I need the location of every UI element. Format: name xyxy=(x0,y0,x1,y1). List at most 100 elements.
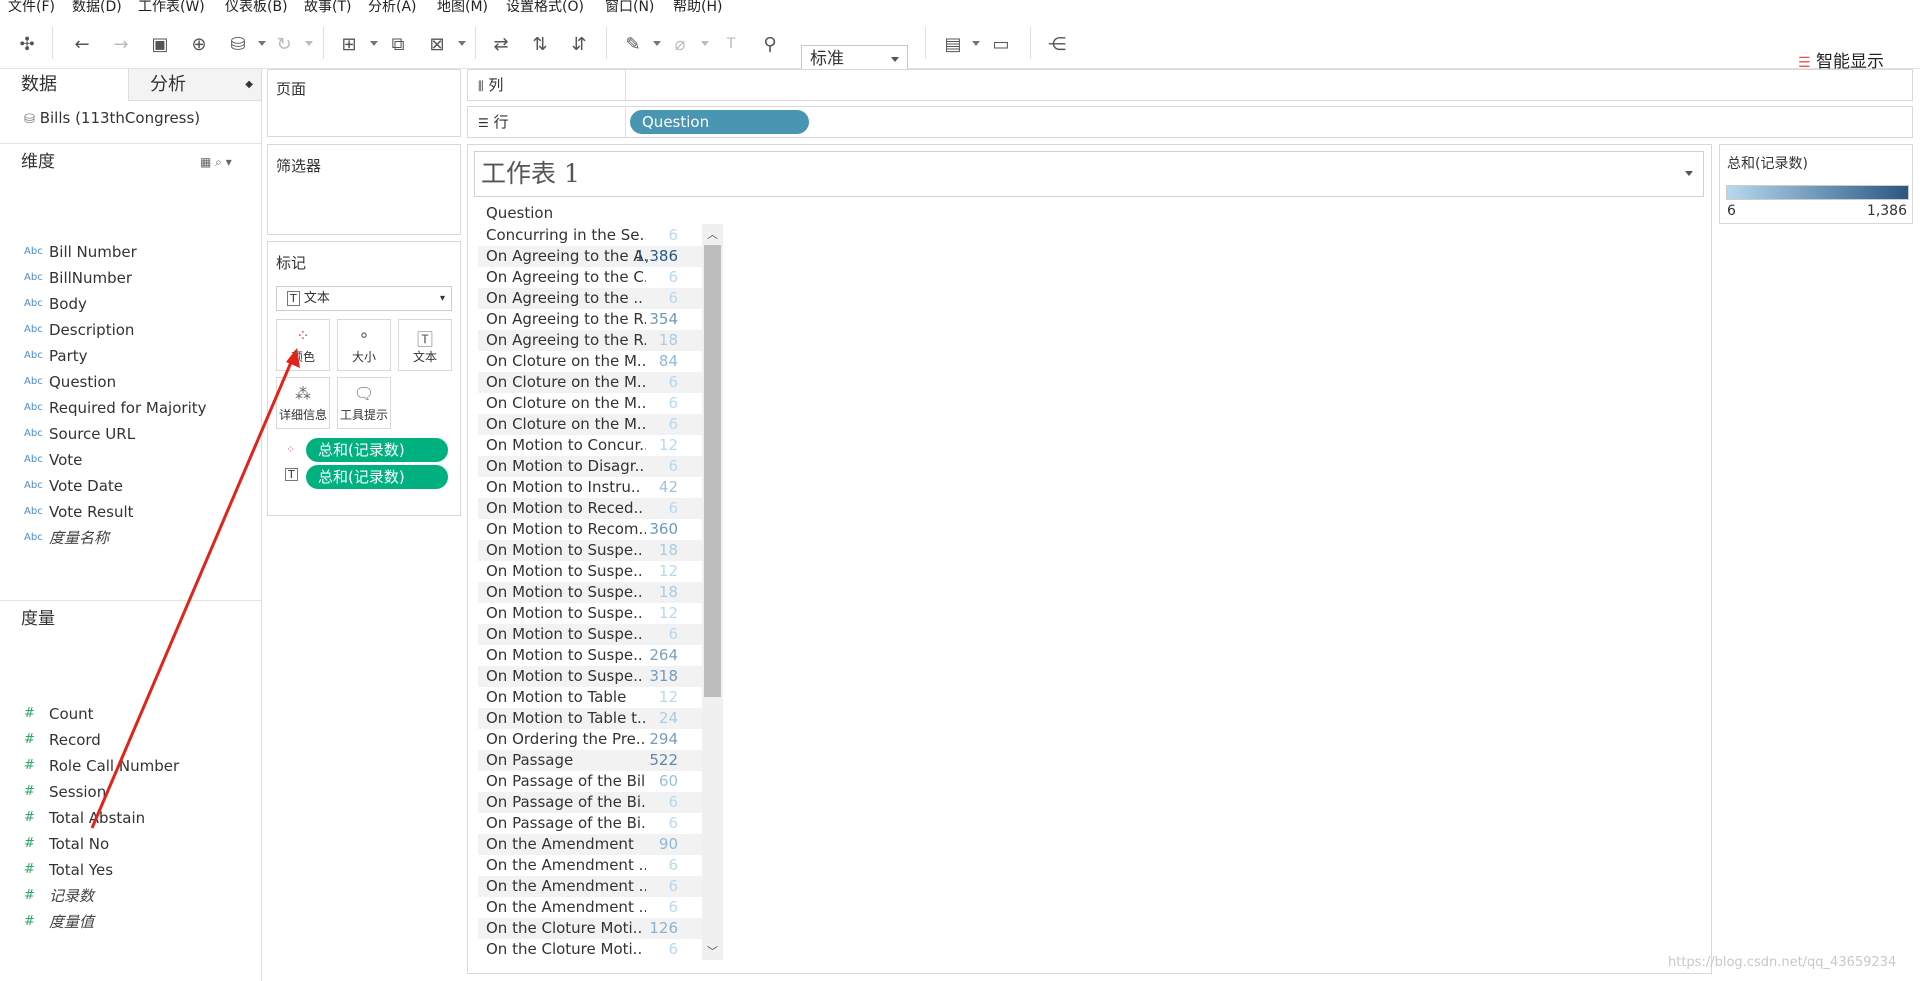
menu-item[interactable]: 故事(T) xyxy=(304,0,351,14)
show-mark-labels-icon[interactable]: T xyxy=(718,31,744,57)
measure-field[interactable]: # Count xyxy=(0,701,260,727)
dimension-field[interactable]: Abc Description xyxy=(0,317,260,343)
pause-update-icon[interactable]: ⛁ xyxy=(225,31,251,57)
fix-axes-icon[interactable]: ⚲ xyxy=(757,31,783,57)
table-row[interactable]: On Motion to Reced.. 6 xyxy=(478,498,704,519)
scroll-down-icon[interactable]: ﹀ xyxy=(707,943,718,959)
pane-menu-icon[interactable]: ▾ xyxy=(226,155,232,169)
table-row[interactable]: On the Cloture Moti.. 6 xyxy=(478,939,704,960)
group-members-icon[interactable]: ⌀ xyxy=(667,31,693,57)
highlight-icon[interactable]: ✎ xyxy=(620,31,646,57)
menu-item[interactable]: 分析(A) xyxy=(368,0,417,14)
menu-item[interactable]: 仪表板(B) xyxy=(225,0,288,14)
table-row[interactable]: On Cloture on the M.. 84 xyxy=(478,351,704,372)
columns-shelf[interactable]: ⫼ 列 xyxy=(467,69,1913,101)
share-icon[interactable]: ⋲ xyxy=(1044,31,1070,57)
new-worksheet-icon[interactable]: ⊞ xyxy=(336,31,362,57)
menu-item[interactable]: 设置格式(O) xyxy=(506,0,584,14)
filters-card[interactable]: 筛选器 xyxy=(267,144,461,235)
text-button[interactable]: 🅃 文本 xyxy=(398,319,452,371)
table-row[interactable]: On Motion to Suspe.. 18 xyxy=(478,582,704,603)
measure-field[interactable]: # 记录数 xyxy=(0,883,260,909)
dimension-field[interactable]: Abc BillNumber xyxy=(0,265,260,291)
menu-item[interactable]: 地图(M) xyxy=(437,0,488,14)
dimension-field[interactable]: Abc Vote xyxy=(0,447,260,473)
table-row[interactable]: On Agreeing to the R.. 18 xyxy=(478,330,704,351)
rows-shelf[interactable]: ☰ 行 Question xyxy=(467,106,1913,138)
table-row[interactable]: On Agreeing to the C.. 6 xyxy=(478,267,704,288)
size-button[interactable]: ⚬ 大小 xyxy=(337,319,391,371)
table-row[interactable]: On the Amendment .. 6 xyxy=(478,897,704,918)
measure-field[interactable]: # 度量值 xyxy=(0,909,260,935)
refresh-icon[interactable]: ↻ xyxy=(271,31,297,57)
table-row[interactable]: On the Amendment .. 6 xyxy=(478,855,704,876)
table-row[interactable]: On the Cloture Moti.. 126 xyxy=(478,918,704,939)
table-row[interactable]: On Motion to Suspe.. 318 xyxy=(478,666,704,687)
duplicate-sheet-icon[interactable]: ⧉ xyxy=(385,31,411,57)
color-measure-pill[interactable]: 总和(记录数) xyxy=(306,438,448,462)
table-row[interactable]: On Motion to Concur.. 12 xyxy=(478,435,704,456)
measure-field[interactable]: # Total Abstain xyxy=(0,805,260,831)
menu-item[interactable]: 窗口(N) xyxy=(605,0,654,14)
tooltip-button[interactable]: 🗨 工具提示 xyxy=(337,377,391,429)
table-row[interactable]: On the Amendment 90 xyxy=(478,834,704,855)
color-legend[interactable]: 总和(记录数) 6 1,386 xyxy=(1719,144,1913,224)
menu-item[interactable]: 数据(D) xyxy=(72,0,122,14)
menu-item[interactable]: 文件(F) xyxy=(8,0,55,14)
table-row[interactable]: On Cloture on the M.. 6 xyxy=(478,393,704,414)
dimension-field[interactable]: Abc Vote Result xyxy=(0,499,260,525)
undo-icon[interactable]: ← xyxy=(69,31,95,57)
menu-item[interactable]: 工作表(W) xyxy=(138,0,205,14)
mark-type-select[interactable]: T 文本 ▾ xyxy=(276,286,452,311)
view-toggle-icon[interactable]: ▦ xyxy=(200,155,211,169)
dimension-field[interactable]: Abc Question xyxy=(0,369,260,395)
table-row[interactable]: On Motion to Instru.. 42 xyxy=(478,477,704,498)
measure-field[interactable]: # Session xyxy=(0,779,260,805)
tab-data[interactable]: 数据 xyxy=(0,69,128,101)
table-row[interactable]: On Motion to Disagr.. 6 xyxy=(478,456,704,477)
table-row[interactable]: On Passage 522 xyxy=(478,750,704,771)
detail-button[interactable]: ⁂ 详细信息 xyxy=(276,377,330,429)
table-row[interactable]: On Motion to Suspe.. 18 xyxy=(478,540,704,561)
table-row[interactable]: On Motion to Recom.. 360 xyxy=(478,519,704,540)
menu-item[interactable]: 帮助(H) xyxy=(673,0,722,14)
table-row[interactable]: On Motion to Suspe.. 12 xyxy=(478,603,704,624)
dimension-field[interactable]: Abc 度量名称 xyxy=(0,525,260,551)
table-row[interactable]: On Motion to Suspe.. 6 xyxy=(478,624,704,645)
measure-field[interactable]: # Role Call Number xyxy=(0,753,260,779)
table-row[interactable]: On Agreeing to the .. 6 xyxy=(478,288,704,309)
redo-icon[interactable]: → xyxy=(108,31,134,57)
table-row[interactable]: On Motion to Table t.. 24 xyxy=(478,708,704,729)
dimension-field[interactable]: Abc Required for Majority xyxy=(0,395,260,421)
datasource-item[interactable]: ⛁ Bills (113thCongress) xyxy=(24,109,200,127)
sort-descending-icon[interactable]: ⇵ xyxy=(566,31,592,57)
tableau-logo-icon[interactable]: ✣ xyxy=(14,31,40,57)
table-row[interactable]: On Motion to Suspe.. 264 xyxy=(478,645,704,666)
dimension-field[interactable]: Abc Vote Date xyxy=(0,473,260,499)
table-row[interactable]: On Motion to Table 12 xyxy=(478,687,704,708)
dimension-field[interactable]: Abc Body xyxy=(0,291,260,317)
scroll-up-icon[interactable]: ︿ xyxy=(707,226,718,242)
table-row[interactable]: On Passage of the Bi.. 6 xyxy=(478,792,704,813)
table-row[interactable]: On Ordering the Pre.. 294 xyxy=(478,729,704,750)
table-row[interactable]: Concurring in the Se.. 6 xyxy=(478,225,704,246)
save-icon[interactable]: ▣ xyxy=(147,31,173,57)
swap-rows-columns-icon[interactable]: ⇄ xyxy=(488,31,514,57)
color-button[interactable]: ⁘ 颜色 xyxy=(276,319,330,371)
table-row[interactable]: On Passage of the Bi.. 6 xyxy=(478,813,704,834)
table-row[interactable]: On the Amendment .. 6 xyxy=(478,876,704,897)
show-cards-icon[interactable]: ▤ xyxy=(940,31,966,57)
measure-field[interactable]: # Total Yes xyxy=(0,857,260,883)
table-row[interactable]: On Passage of the Bill 60 xyxy=(478,771,704,792)
measure-field[interactable]: # Total No xyxy=(0,831,260,857)
dimension-field[interactable]: Abc Bill Number xyxy=(0,239,260,265)
scrollbar-thumb[interactable] xyxy=(704,245,721,697)
table-row[interactable]: On Motion to Suspe.. 12 xyxy=(478,561,704,582)
question-pill[interactable]: Question xyxy=(630,110,809,134)
search-icon[interactable]: ⌕ xyxy=(215,155,222,169)
dimension-field[interactable]: Abc Source URL xyxy=(0,421,260,447)
table-row[interactable]: On Cloture on the M.. 6 xyxy=(478,414,704,435)
table-row[interactable]: On Cloture on the M.. 6 xyxy=(478,372,704,393)
clear-sheet-icon[interactable]: ⊠ xyxy=(424,31,450,57)
measure-field[interactable]: # Record xyxy=(0,727,260,753)
